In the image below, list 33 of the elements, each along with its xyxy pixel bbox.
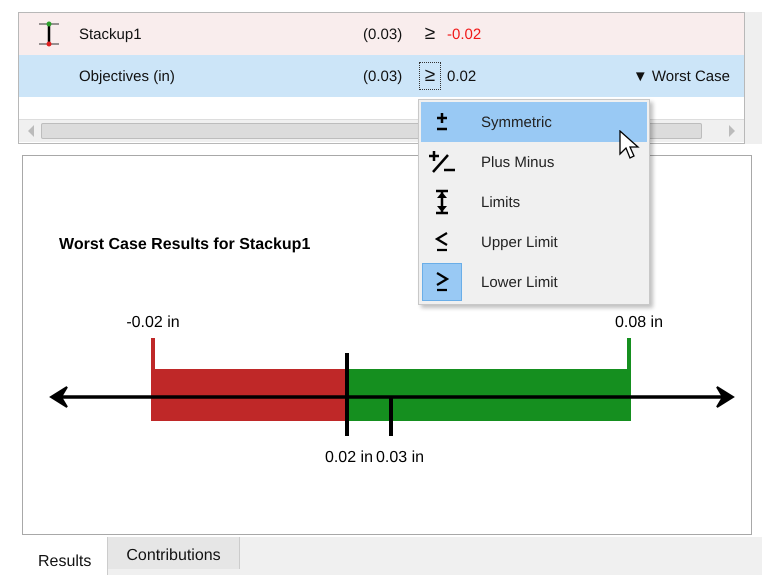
scroll-left-icon[interactable] xyxy=(27,125,35,137)
stackup-icon xyxy=(37,21,61,47)
greater-than-or-equal-icon xyxy=(435,271,449,293)
marker-label: -0.02 in xyxy=(126,314,180,331)
menu-item[interactable]: Lower Limit xyxy=(421,262,647,302)
operator-dropdown[interactable]: ≥ xyxy=(419,62,441,90)
row-name: Objectives (in) xyxy=(79,68,176,84)
nominal-value: (0.03) xyxy=(363,68,404,84)
vertical-scrollbar[interactable] xyxy=(745,12,762,144)
marker-label: 0.08 in xyxy=(614,314,664,331)
table-row[interactable]: Objectives (in) (0.03) ≥ 0.02 ▼ Worst Case xyxy=(19,55,744,97)
menu-item[interactable]: Symmetric xyxy=(421,102,647,142)
scroll-right-icon[interactable] xyxy=(728,125,736,137)
limits-icon xyxy=(434,189,450,215)
less-than-or-equal-icon xyxy=(435,231,449,253)
nominal-value: (0.03) xyxy=(363,26,404,42)
cursor-icon xyxy=(619,130,641,162)
limit-value: 0.02 xyxy=(447,68,476,84)
tick-mark xyxy=(389,397,393,436)
method-dropdown[interactable]: ▼ Worst Case xyxy=(632,68,730,84)
split-plus-minus-icon xyxy=(428,150,456,174)
table-row[interactable]: Stackup1 (0.03) ≥ -0.02 xyxy=(19,13,744,55)
menu-item[interactable]: Limits xyxy=(421,182,647,222)
row-name: Stackup1 xyxy=(79,26,143,42)
tab[interactable]: Results xyxy=(22,537,108,575)
chart-title: Worst Case Results for Stackup1 xyxy=(59,236,310,253)
marker-label: 0.03 in xyxy=(376,449,424,466)
marker-label: 0.02 in xyxy=(324,449,373,466)
menu-item[interactable]: Plus Minus xyxy=(421,142,647,182)
operator-dropdown[interactable]: ≥ xyxy=(419,20,441,48)
tab[interactable]: Contributions xyxy=(108,537,240,569)
limit-value: -0.02 xyxy=(447,26,482,42)
menu-item[interactable]: Upper Limit xyxy=(421,222,647,262)
